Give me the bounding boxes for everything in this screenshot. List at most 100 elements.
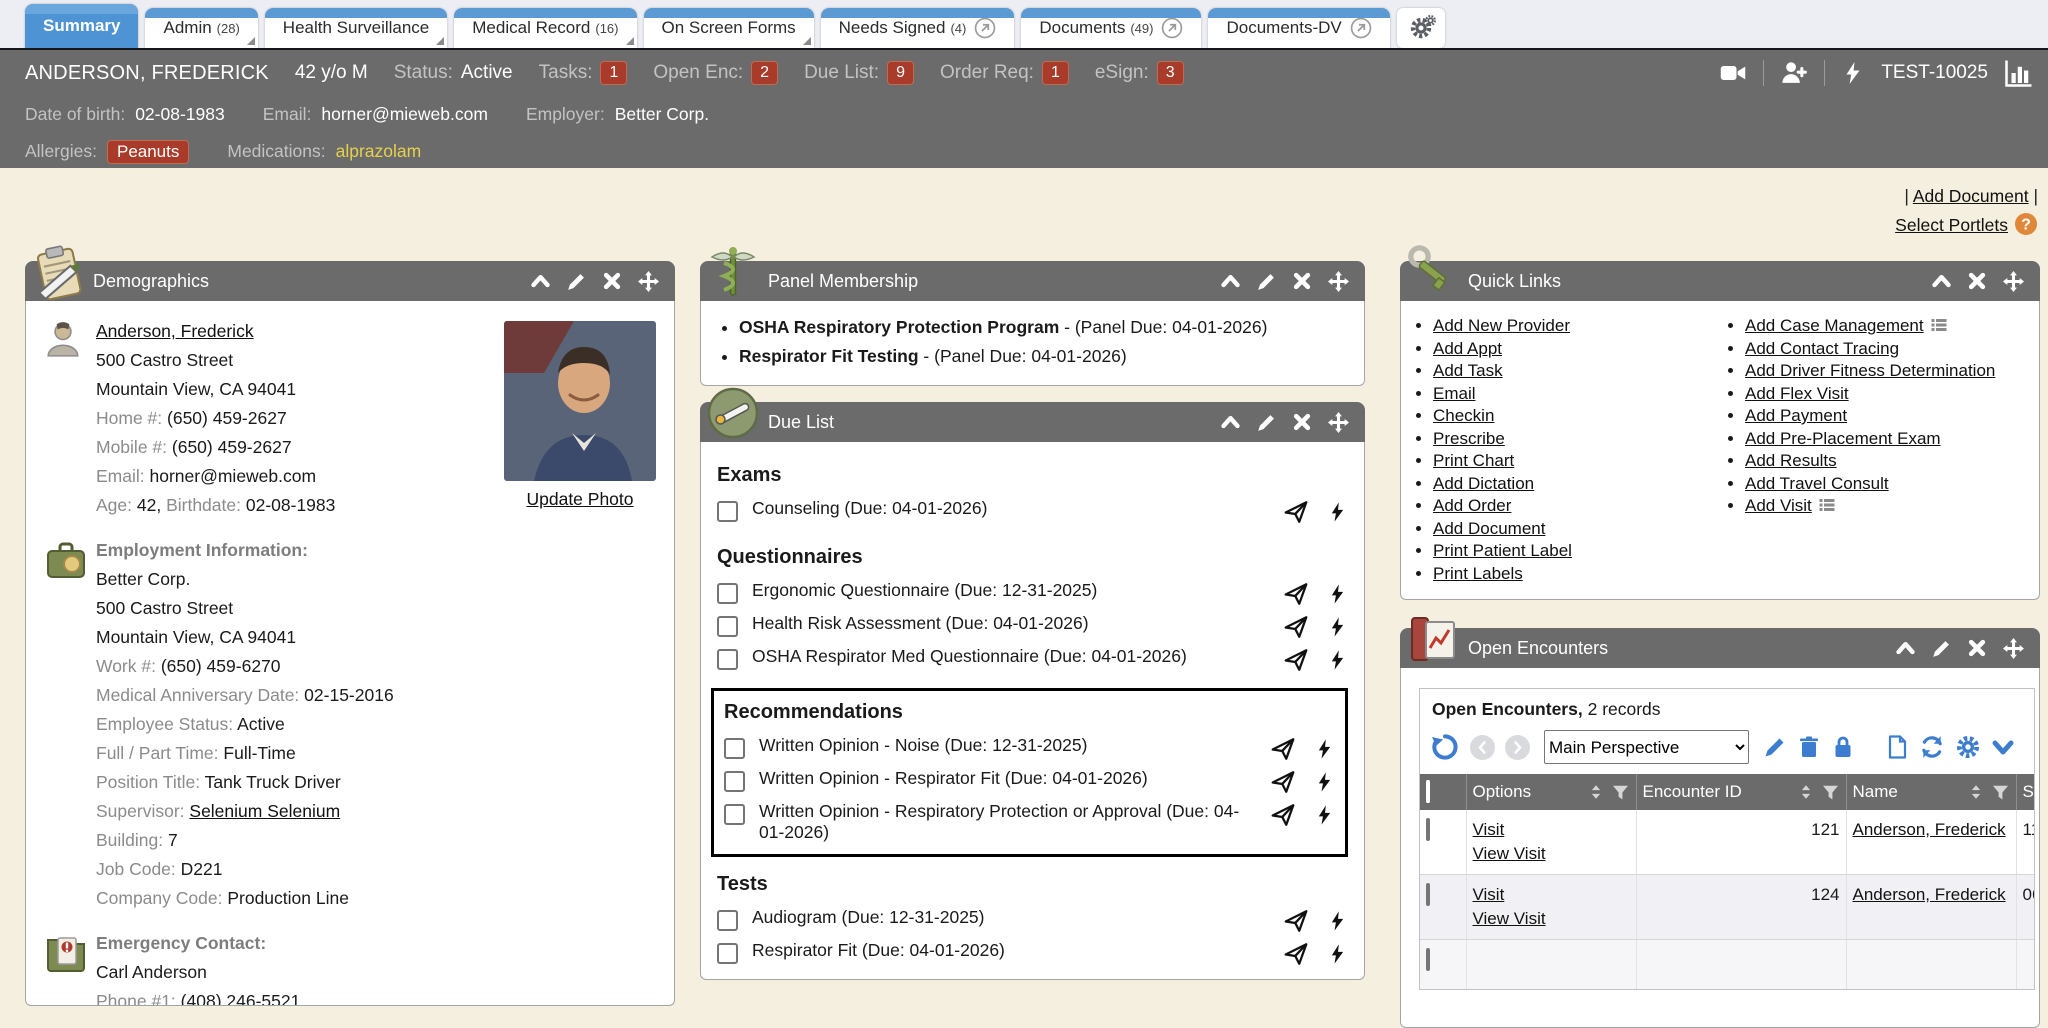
order-req-count-badge[interactable]: 1 — [1042, 61, 1069, 85]
portlet-header[interactable]: Demographics — [25, 261, 675, 301]
quick-link-add-task[interactable]: Add Task — [1433, 361, 1503, 380]
quick-link-add-order[interactable]: Add Order — [1433, 496, 1511, 515]
collapse-icon[interactable] — [530, 271, 551, 292]
close-icon[interactable] — [1967, 638, 1987, 658]
list-icon[interactable] — [1930, 316, 1948, 334]
filter-icon[interactable] — [1611, 783, 1630, 802]
quick-link-add-pre-placement-exam[interactable]: Add Pre-Placement Exam — [1745, 429, 1941, 448]
supervisor-link[interactable]: Selenium Selenium — [189, 801, 340, 821]
delete-perspective-icon[interactable] — [1797, 735, 1821, 759]
view-visit-link[interactable]: View Visit — [1473, 909, 1546, 928]
quick-link-add-visit[interactable]: Add Visit — [1745, 496, 1812, 515]
tab-on-screen-forms[interactable]: On Screen Forms — [644, 8, 814, 48]
move-icon[interactable] — [2002, 270, 2025, 293]
portlet-header[interactable]: Quick Links — [1400, 261, 2040, 301]
refresh-icon[interactable] — [1919, 734, 1945, 760]
lightning-icon[interactable] — [1327, 648, 1348, 672]
esign-count-badge[interactable]: 3 — [1157, 61, 1184, 85]
list-icon[interactable] — [1818, 496, 1836, 514]
due-item-checkbox[interactable] — [717, 943, 738, 964]
patient-name-link[interactable]: Anderson, Frederick — [96, 321, 254, 341]
lightning-icon[interactable] — [1327, 615, 1348, 639]
close-icon[interactable] — [602, 271, 622, 291]
select-portlets-link[interactable]: Select Portlets — [1895, 215, 2008, 235]
tab-medical-record[interactable]: Medical Record (16) — [454, 8, 636, 48]
send-icon[interactable] — [1283, 908, 1309, 934]
lightning-icon[interactable] — [1327, 942, 1348, 966]
video-call-icon[interactable] — [1719, 59, 1747, 87]
next-page-icon[interactable] — [1505, 735, 1530, 760]
move-icon[interactable] — [1327, 411, 1350, 434]
tasks-count-badge[interactable]: 1 — [600, 61, 627, 85]
view-visit-link[interactable]: View Visit — [1473, 844, 1546, 863]
edit-icon[interactable] — [1256, 412, 1277, 433]
tab-documents[interactable]: Documents (49) — [1021, 8, 1201, 48]
tab-admin[interactable]: Admin (28) — [145, 8, 257, 48]
allergy-badge[interactable]: Peanuts — [107, 140, 189, 164]
filter-icon[interactable] — [1991, 783, 2010, 802]
collapse-icon[interactable] — [1220, 412, 1241, 433]
open-enc-count-badge[interactable]: 2 — [751, 61, 778, 85]
select-all-checkbox[interactable] — [1426, 780, 1430, 803]
edit-icon[interactable] — [1931, 638, 1952, 659]
quick-link-add-dictation[interactable]: Add Dictation — [1433, 474, 1534, 493]
bar-chart-icon[interactable] — [2004, 58, 2034, 88]
expand-icon[interactable] — [1991, 735, 2015, 759]
send-icon[interactable] — [1283, 941, 1309, 967]
quick-link-add-travel-consult[interactable]: Add Travel Consult — [1745, 474, 1889, 493]
row-checkbox[interactable] — [1426, 818, 1430, 841]
quick-link-add-driver-fitness-determination[interactable]: Add Driver Fitness Determination — [1745, 361, 1995, 380]
lightning-icon[interactable] — [1314, 803, 1335, 827]
collapse-icon[interactable] — [1895, 638, 1916, 659]
close-icon[interactable] — [1292, 412, 1312, 432]
sort-icon[interactable] — [1797, 783, 1815, 801]
filter-icon[interactable] — [1821, 783, 1840, 802]
lightning-icon[interactable] — [1327, 500, 1348, 524]
new-document-icon[interactable] — [1885, 735, 1909, 759]
move-icon[interactable] — [2002, 637, 2025, 660]
update-photo-link[interactable]: Update Photo — [526, 485, 633, 514]
quick-link-add-contact-tracing[interactable]: Add Contact Tracing — [1745, 339, 1899, 358]
send-icon[interactable] — [1283, 614, 1309, 640]
quick-link-checkin[interactable]: Checkin — [1433, 406, 1494, 425]
lightning-icon[interactable] — [1327, 582, 1348, 606]
lightning-icon[interactable] — [1314, 737, 1335, 761]
visit-link[interactable]: Visit — [1473, 820, 1505, 839]
external-link-icon[interactable] — [1161, 17, 1183, 39]
medication-value[interactable]: alprazolam — [336, 141, 422, 162]
sort-icon[interactable] — [1587, 783, 1605, 801]
quick-link-print-labels[interactable]: Print Labels — [1433, 564, 1523, 583]
send-icon[interactable] — [1283, 647, 1309, 673]
encounter-patient-link[interactable]: Anderson, Frederick — [1853, 885, 2006, 904]
due-item-checkbox[interactable] — [724, 771, 745, 792]
portlet-header[interactable]: Panel Membership — [700, 261, 1365, 301]
lock-icon[interactable] — [1831, 735, 1855, 759]
send-icon[interactable] — [1283, 499, 1309, 525]
quick-link-email[interactable]: Email — [1433, 384, 1476, 403]
edit-perspective-icon[interactable] — [1763, 735, 1787, 759]
lightning-icon[interactable] — [1314, 770, 1335, 794]
portlet-header[interactable]: Open Encounters — [1400, 628, 2040, 668]
due-item-checkbox[interactable] — [724, 804, 745, 825]
quick-link-add-flex-visit[interactable]: Add Flex Visit — [1745, 384, 1849, 403]
portlet-header[interactable]: Due List — [700, 402, 1365, 442]
sort-icon[interactable] — [1967, 783, 1985, 801]
send-icon[interactable] — [1270, 769, 1296, 795]
tab-needs-signed[interactable]: Needs Signed (4) — [821, 8, 1015, 48]
due-item-checkbox[interactable] — [717, 649, 738, 670]
quick-link-add-appt[interactable]: Add Appt — [1433, 339, 1502, 358]
perspective-select[interactable]: Main Perspective — [1544, 730, 1749, 764]
add-document-link[interactable]: Add Document — [1913, 186, 2029, 206]
close-icon[interactable] — [1967, 271, 1987, 291]
row-checkbox[interactable] — [1426, 883, 1430, 906]
send-icon[interactable] — [1270, 802, 1296, 828]
close-icon[interactable] — [1292, 271, 1312, 291]
external-link-icon[interactable] — [974, 17, 996, 39]
due-item-checkbox[interactable] — [717, 910, 738, 931]
add-person-icon[interactable] — [1780, 59, 1808, 87]
quick-link-print-chart[interactable]: Print Chart — [1433, 451, 1514, 470]
collapse-icon[interactable] — [1931, 271, 1952, 292]
row-checkbox[interactable] — [1426, 948, 1430, 971]
external-link-icon[interactable] — [1350, 17, 1372, 39]
lightning-icon[interactable] — [1841, 59, 1865, 87]
